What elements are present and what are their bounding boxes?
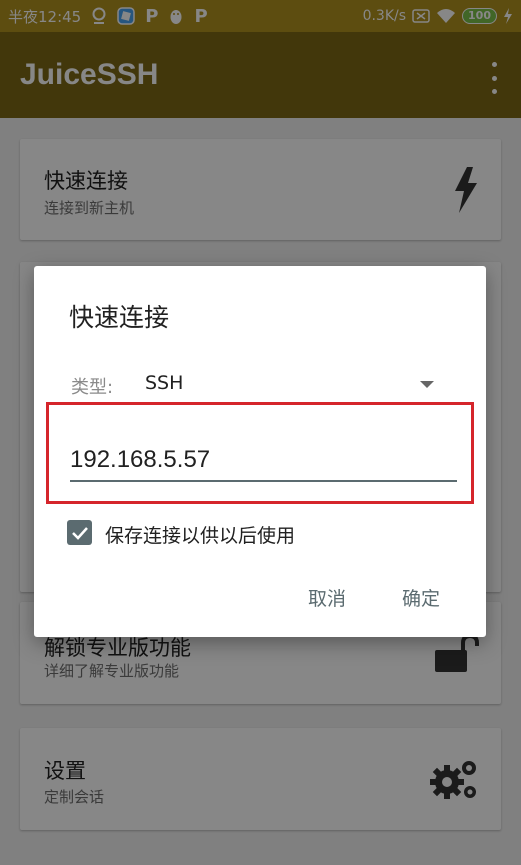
save-connection-label: 保存连接以供以后使用 xyxy=(105,525,296,547)
dropdown-arrow-icon[interactable] xyxy=(420,381,434,388)
type-select[interactable]: SSH xyxy=(145,372,183,394)
cancel-button[interactable]: 取消 xyxy=(308,584,346,611)
quick-connect-dialog: 快速连接 类型: SSH 192.168.5.57 保存连接以供以后使用 取消 … xyxy=(34,266,486,637)
host-input[interactable]: 192.168.5.57 xyxy=(70,446,456,474)
save-connection-checkbox[interactable] xyxy=(67,520,92,545)
confirm-button[interactable]: 确定 xyxy=(402,584,440,611)
host-input-underline xyxy=(70,480,457,482)
type-label: 类型: xyxy=(71,377,114,398)
checkmark-icon xyxy=(71,526,88,540)
dialog-title: 快速连接 xyxy=(69,303,170,332)
